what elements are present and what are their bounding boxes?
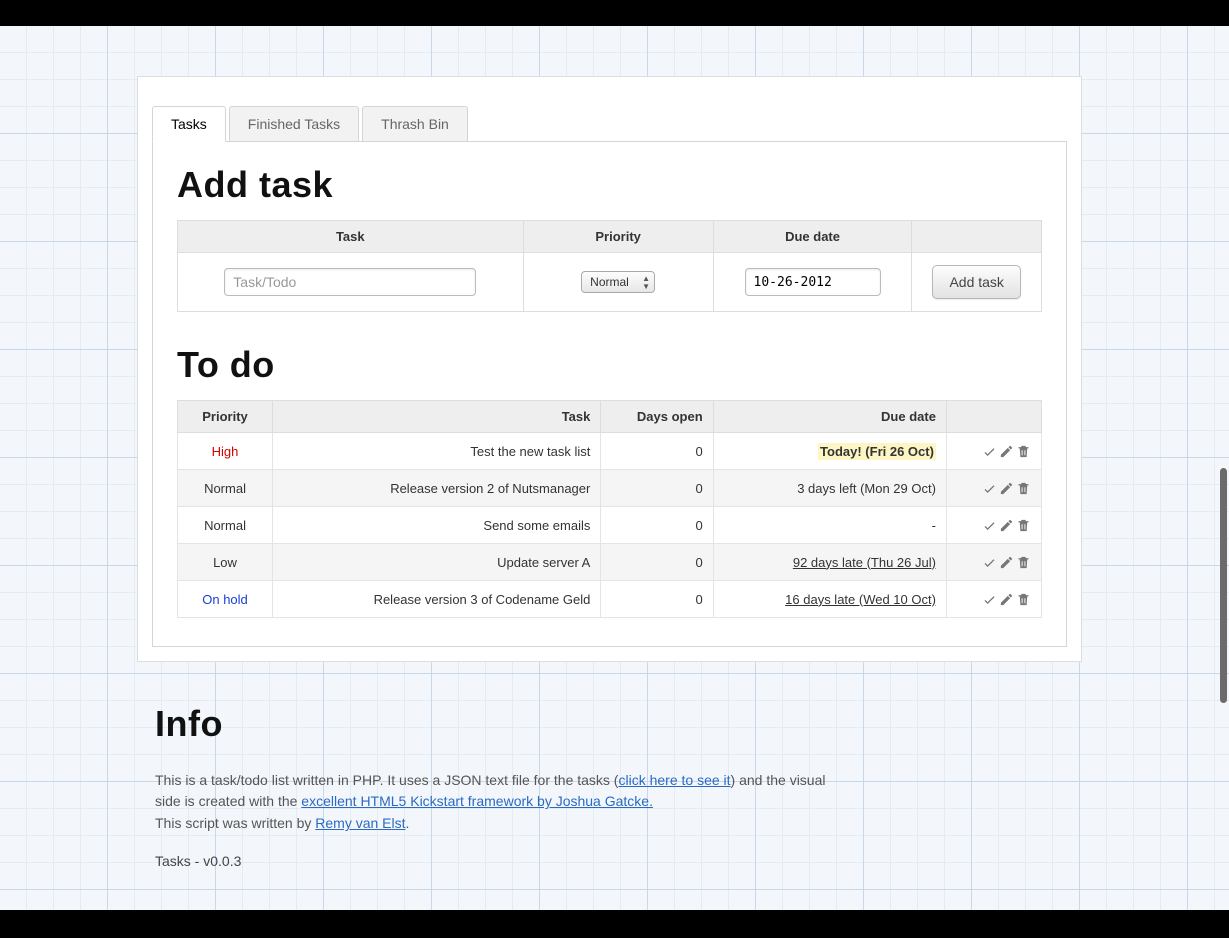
col-action (912, 221, 1042, 253)
info-text: This is a task/todo list written in PHP.… (155, 772, 618, 788)
cell-task: Release version 3 of Codename Geld (273, 581, 601, 618)
main-panel: Tasks Finished Tasks Thrash Bin Add task… (137, 76, 1082, 662)
col-task: Task (178, 221, 524, 253)
col-priority: Priority (523, 221, 713, 253)
col-due: Due date (713, 221, 912, 253)
cell-days-open: 0 (601, 433, 713, 470)
cell-actions (946, 470, 1041, 507)
delete-icon[interactable] (1016, 481, 1031, 496)
due-text: Today! (Fri 26 Oct) (818, 443, 936, 460)
delete-icon[interactable] (1016, 518, 1031, 533)
info-text: . (406, 815, 410, 831)
info-link-json[interactable]: click here to see it (618, 772, 730, 788)
tab-tasks[interactable]: Tasks (152, 106, 226, 142)
info-section: Info This is a task/todo list written in… (155, 696, 855, 873)
viewport: Tasks Finished Tasks Thrash Bin Add task… (0, 0, 1229, 938)
tab-label: Tasks (171, 116, 207, 132)
complete-icon[interactable] (982, 518, 997, 533)
delete-icon[interactable] (1016, 555, 1031, 570)
edit-icon[interactable] (999, 481, 1014, 496)
scrollbar[interactable] (1220, 468, 1227, 703)
select-arrows-icon: ▲▼ (642, 275, 650, 291)
todo-table: Priority Task Days open Due date HighTes… (177, 400, 1042, 618)
tabs: Tasks Finished Tasks Thrash Bin (138, 106, 1081, 142)
cell-priority: On hold (178, 581, 273, 618)
cell-task: Update server A (273, 544, 601, 581)
col-task: Task (273, 401, 601, 433)
cell-actions (946, 433, 1041, 470)
col-due: Due date (713, 401, 946, 433)
info-link-kickstart[interactable]: excellent HTML5 Kickstart framework by J… (301, 793, 653, 809)
complete-icon[interactable] (982, 481, 997, 496)
tab-body: Add task Task Priority Due date (152, 141, 1067, 647)
info-paragraph-2: This script was written by Remy van Elst… (155, 813, 855, 835)
complete-icon[interactable] (982, 555, 997, 570)
table-row: HighTest the new task list0 Today! (Fri 2… (178, 433, 1042, 470)
due-text: - (932, 518, 936, 533)
tab-label: Thrash Bin (381, 116, 449, 132)
cell-days-open: 0 (601, 544, 713, 581)
info-paragraph-1: This is a task/todo list written in PHP.… (155, 770, 855, 813)
cell-due: 92 days late (Thu 26 Jul) (713, 544, 946, 581)
delete-icon[interactable] (1016, 444, 1031, 459)
table-row: NormalRelease version 2 of Nutsmanager0 3… (178, 470, 1042, 507)
cell-actions (946, 544, 1041, 581)
priority-select[interactable]: Normal ▲▼ (581, 271, 655, 293)
add-task-heading: Add task (177, 164, 1042, 206)
cell-due: - (713, 507, 946, 544)
todo-heading: To do (177, 344, 1042, 386)
table-row: NormalSend some emails0 - (178, 507, 1042, 544)
cell-actions (946, 507, 1041, 544)
version-text: Tasks - v0.0.3 (155, 851, 855, 873)
table-row: On holdRelease version 3 of Codename Gel… (178, 581, 1042, 618)
delete-icon[interactable] (1016, 592, 1031, 607)
task-input[interactable] (224, 268, 476, 296)
cell-priority: Normal (178, 507, 273, 544)
cell-priority: Low (178, 544, 273, 581)
cell-days-open: 0 (601, 507, 713, 544)
due-text: 92 days late (Thu 26 Jul) (793, 555, 936, 570)
button-label: Add task (949, 274, 1003, 290)
table-row: LowUpdate server A0 92 days late (Thu 26 … (178, 544, 1042, 581)
add-task-button[interactable]: Add task (932, 265, 1020, 299)
complete-icon[interactable] (982, 592, 997, 607)
due-text: 16 days late (Wed 10 Oct) (785, 592, 936, 607)
cell-actions (946, 581, 1041, 618)
cell-days-open: 0 (601, 470, 713, 507)
page-background: Tasks Finished Tasks Thrash Bin Add task… (0, 26, 1229, 910)
cell-task: Test the new task list (273, 433, 601, 470)
due-date-input[interactable] (745, 268, 881, 296)
cell-due: 3 days left (Mon 29 Oct) (713, 470, 946, 507)
tab-label: Finished Tasks (248, 116, 340, 132)
cell-priority: High (178, 433, 273, 470)
cell-due: Today! (Fri 26 Oct) (713, 433, 946, 470)
col-actions (946, 401, 1041, 433)
add-task-table: Task Priority Due date (177, 220, 1042, 312)
due-text: 3 days left (Mon 29 Oct) (797, 481, 936, 496)
info-heading: Info (155, 696, 855, 752)
cell-days-open: 0 (601, 581, 713, 618)
complete-icon[interactable] (982, 444, 997, 459)
info-text: This script was written by (155, 815, 315, 831)
priority-value: Normal (590, 275, 629, 289)
edit-icon[interactable] (999, 555, 1014, 570)
tab-thrash[interactable]: Thrash Bin (362, 106, 468, 142)
info-link-author[interactable]: Remy van Elst (315, 815, 405, 831)
tab-finished[interactable]: Finished Tasks (229, 106, 359, 142)
edit-icon[interactable] (999, 592, 1014, 607)
edit-icon[interactable] (999, 444, 1014, 459)
cell-priority: Normal (178, 470, 273, 507)
cell-due: 16 days late (Wed 10 Oct) (713, 581, 946, 618)
cell-task: Release version 2 of Nutsmanager (273, 470, 601, 507)
cell-task: Send some emails (273, 507, 601, 544)
edit-icon[interactable] (999, 518, 1014, 533)
col-days-open: Days open (601, 401, 713, 433)
col-priority: Priority (178, 401, 273, 433)
